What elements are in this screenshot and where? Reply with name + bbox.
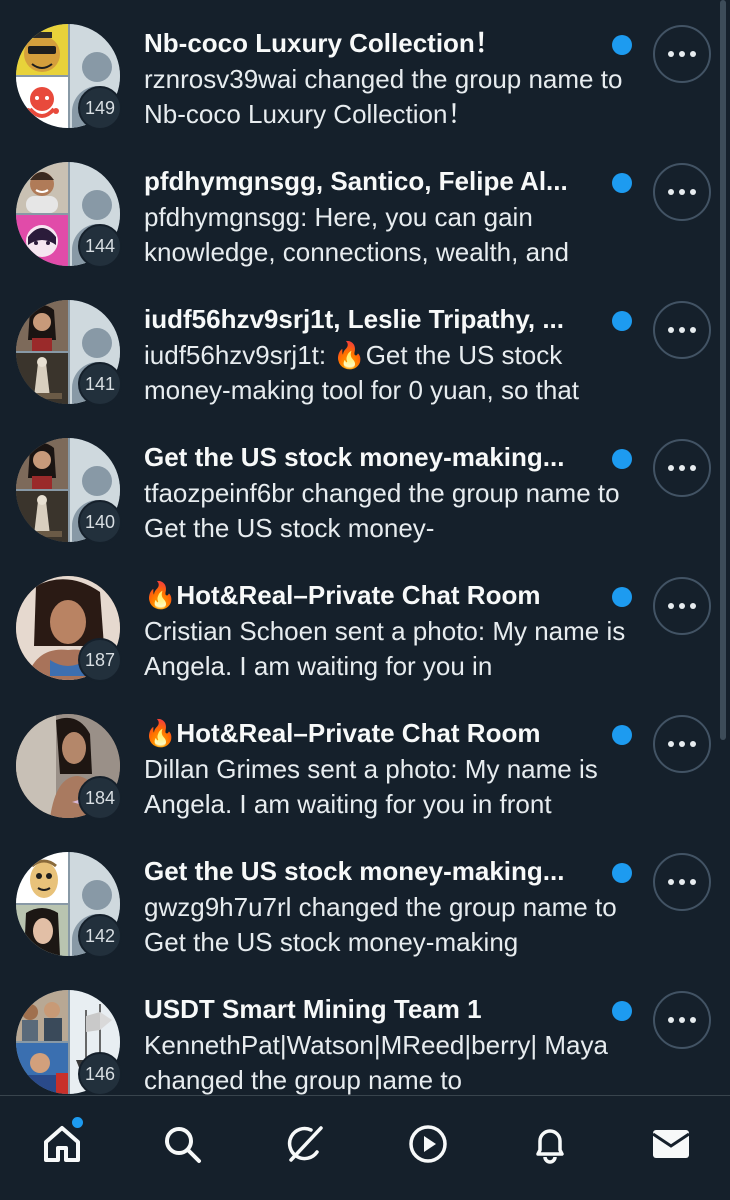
member-count-badge: 187 xyxy=(78,638,122,682)
conversation-row[interactable]: 184 🔥Hot&Real–Private Chat Room Dillan G… xyxy=(0,714,730,852)
unread-indicator xyxy=(612,1001,632,1021)
tab-search[interactable] xyxy=(152,1114,212,1174)
more-options-button[interactable] xyxy=(653,25,711,83)
grok-icon xyxy=(287,1126,323,1162)
more-options-button[interactable] xyxy=(653,577,711,635)
more-options-button[interactable] xyxy=(653,301,711,359)
message-preview: rznrosv39wai changed the group name to N… xyxy=(144,64,623,129)
messages-screen: 149 Nb-coco Luxury Collection！ rznrosv39… xyxy=(0,0,730,1200)
conversation-row[interactable]: 141 iudf56hzv9srj1t, Leslie Tripathy, ..… xyxy=(0,300,730,438)
member-count-badge: 141 xyxy=(78,362,122,406)
conversation-title: 🔥Hot&Real–Private Chat Room xyxy=(144,580,541,610)
member-count-badge: 149 xyxy=(78,86,122,130)
unread-indicator xyxy=(612,173,632,193)
notifications-bell-icon xyxy=(536,1129,564,1164)
conversation-title: Get the US stock money-making... xyxy=(144,856,565,886)
more-options-button[interactable] xyxy=(653,163,711,221)
more-icon xyxy=(668,879,674,885)
conversation-title: Get the US stock money-making... xyxy=(144,442,565,472)
more-options-button[interactable] xyxy=(653,439,711,497)
unread-indicator xyxy=(612,35,632,55)
conversation-row[interactable]: 149 Nb-coco Luxury Collection！ rznrosv39… xyxy=(0,24,730,162)
member-count-badge: 184 xyxy=(78,776,122,820)
more-options-button[interactable] xyxy=(653,853,711,911)
conversation-row[interactable]: 142 Get the US stock money-making... gwz… xyxy=(0,852,730,990)
conversation-row[interactable]: 144 pfdhymgnsgg, Santico, Felipe Al... p… xyxy=(0,162,730,300)
more-icon xyxy=(668,603,674,609)
message-preview: Dillan Grimes sent a photo: My name is A… xyxy=(144,754,598,819)
message-preview: gwzg9h7u7rl changed the group name to Ge… xyxy=(144,892,617,957)
bottom-tab-bar xyxy=(0,1095,730,1200)
tab-messages[interactable] xyxy=(641,1114,701,1174)
unread-indicator xyxy=(612,587,632,607)
scrollbar[interactable] xyxy=(720,0,726,740)
more-icon xyxy=(668,189,674,195)
member-count-badge: 146 xyxy=(78,1052,122,1095)
member-count-badge: 144 xyxy=(78,224,122,268)
message-preview: iudf56hzv9srj1t: 🔥Get the US stock money… xyxy=(144,340,580,405)
message-preview: pfdhymgnsgg: Here, you can gain knowledg… xyxy=(144,202,569,267)
tab-notifications[interactable] xyxy=(520,1114,580,1174)
unread-indicator xyxy=(612,311,632,331)
video-play-icon xyxy=(409,1125,447,1163)
more-icon xyxy=(668,741,674,747)
search-icon xyxy=(165,1127,201,1163)
member-count-badge: 142 xyxy=(78,914,122,958)
messages-envelope-icon xyxy=(652,1130,690,1158)
conversation-list[interactable]: 149 Nb-coco Luxury Collection！ rznrosv39… xyxy=(0,0,730,1095)
conversation-title: Nb-coco Luxury Collection！ xyxy=(144,28,501,58)
message-preview: Cristian Schoen sent a photo: My name is… xyxy=(144,616,626,681)
home-notification-dot xyxy=(70,1115,85,1130)
unread-indicator xyxy=(612,863,632,883)
unread-indicator xyxy=(612,725,632,745)
conversation-row[interactable]: 187 🔥Hot&Real–Private Chat Room Cristian… xyxy=(0,576,730,714)
more-options-button[interactable] xyxy=(653,715,711,773)
more-icon xyxy=(668,1017,674,1023)
message-preview: tfaozpeinf6br changed the group name to … xyxy=(144,478,620,543)
more-icon xyxy=(668,465,674,471)
tab-grok[interactable] xyxy=(275,1114,335,1174)
conversation-title: 🔥Hot&Real–Private Chat Room xyxy=(144,718,541,748)
unread-indicator xyxy=(612,449,632,469)
more-icon xyxy=(668,327,674,333)
conversation-row[interactable]: 140 Get the US stock money-making... tfa… xyxy=(0,438,730,576)
conversation-title: USDT Smart Mining Team 1 xyxy=(144,994,482,1024)
member-count-badge: 140 xyxy=(78,500,122,544)
conversation-row[interactable]: 146 USDT Smart Mining Team 1 KennethPat|… xyxy=(0,990,730,1095)
more-options-button[interactable] xyxy=(653,991,711,1049)
tab-video[interactable] xyxy=(398,1114,458,1174)
message-preview: KennethPat|Watson|MReed|berry| Maya chan… xyxy=(144,1030,608,1095)
more-icon xyxy=(668,51,674,57)
conversation-title: pfdhymgnsgg, Santico, Felipe Al... xyxy=(144,166,568,196)
conversation-title: iudf56hzv9srj1t, Leslie Tripathy, ... xyxy=(144,304,564,334)
